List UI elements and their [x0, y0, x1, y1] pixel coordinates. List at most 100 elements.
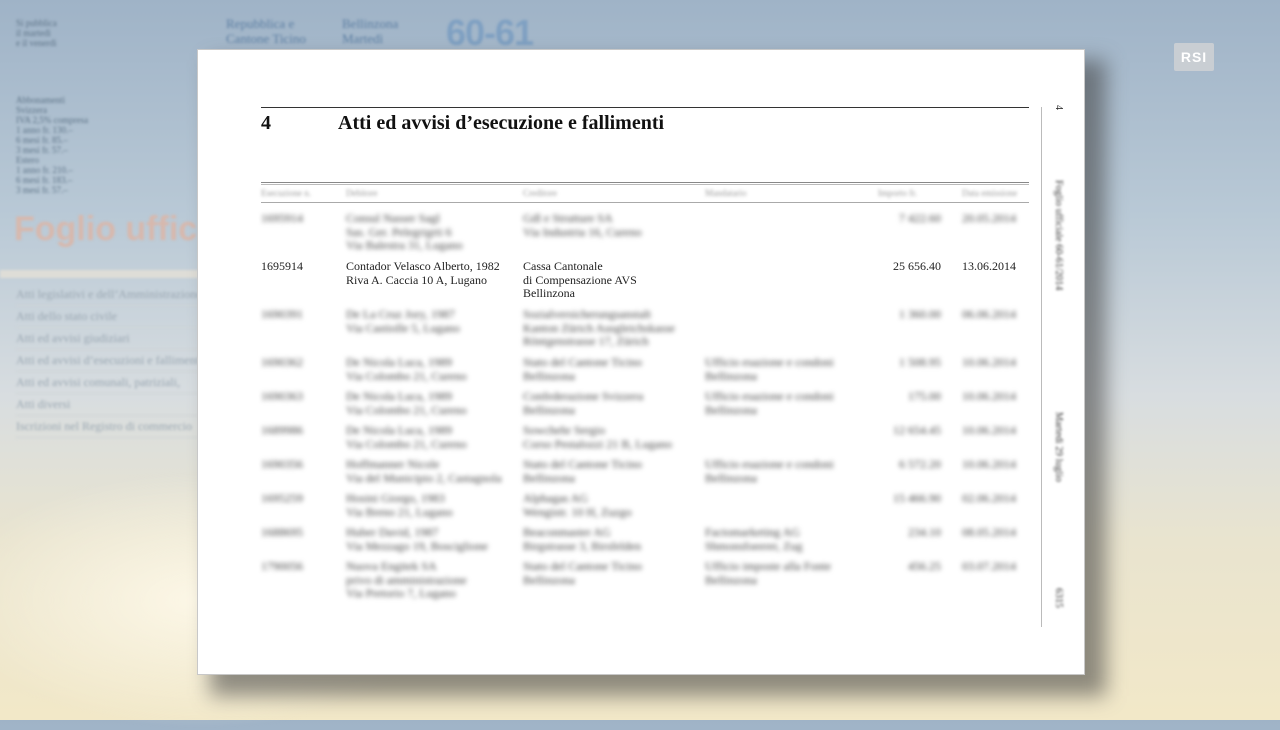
cell-creditor: Sowchehr Sergio Corso Pestalozzi 21 B, Lu… [523, 423, 672, 451]
cell-number: 1690362 [261, 355, 303, 369]
side-publication: Foglio ufficiale 60-61/2014 [1053, 180, 1064, 291]
bg-menu-item: Atti diversi [16, 394, 202, 416]
cell-creditor: Cassa Cantonale di Compensazione AVS Belli… [523, 259, 637, 300]
cell-creditor: Gdl e Strutture SA Via Industria 16, Cure… [523, 211, 642, 239]
cell-amount: 456.25 [908, 559, 941, 573]
cell-number: 1695914 [261, 259, 303, 273]
bg-text-line: il martedì [16, 28, 51, 38]
side-date: Martedì 29 luglio [1053, 412, 1064, 482]
cell-amount: 1 508.95 [899, 355, 941, 369]
bg-menu-item: Atti ed avvisi comunali, patriziali, [16, 372, 202, 394]
bg-menu-item: Atti ed avvisi giudiziari [16, 328, 202, 350]
bg-text-line: 6 mesi fr. 183.– [16, 175, 73, 185]
bg-menu-item: Atti legislativi e dell’Amministrazione [16, 284, 202, 306]
table-top-rule-2 [261, 184, 1029, 185]
bg-band [0, 270, 200, 278]
cell-creditor: Confederazione Svizzera Bellinzona [523, 389, 644, 417]
col-header-agent: Mandatario [705, 188, 747, 198]
bg-text-line: Repubblica e [226, 16, 295, 31]
cell-debtor: De Nicola Luca, 1989 Via Colombo 21, Cure… [346, 389, 467, 417]
bg-text-line: Estero [16, 155, 39, 165]
cell-debtor: Hosini Giorgo, 1983 Via Breno 21, Lugano [346, 491, 453, 519]
bg-text-line: Svizzera [16, 105, 47, 115]
cell-creditor: Beaconmaster AG Birgstrasse 3, Birsfelden [523, 525, 642, 553]
col-header-debtor: Debitore [346, 188, 378, 198]
col-header-amount: Importo fr. [878, 188, 917, 198]
cell-amount: 25 656.40 [893, 259, 941, 273]
bg-text-line: Abbonamenti [16, 95, 65, 105]
cell-date: 10.06.2014 [962, 457, 1016, 471]
section-number: 4 [261, 112, 271, 134]
cell-number: 1690363 [261, 389, 303, 403]
bg-menu-item: Atti dello stato civile [16, 306, 202, 328]
cell-date: 10.06.2014 [962, 423, 1016, 437]
cell-date: 13.06.2014 [962, 259, 1016, 273]
bg-text-line: Bellinzona [342, 16, 399, 31]
bg-text-line: e il venerdì [16, 38, 57, 48]
bg-text-line: IVA 2,5% compresa [16, 115, 89, 125]
bg-text-line: Martedì [342, 31, 384, 46]
bg-header-left: Si pubblica il martedì e il venerdì [16, 18, 57, 48]
cell-date: 02.06.2014 [962, 491, 1016, 505]
cell-number: 1689986 [261, 423, 303, 437]
cell-amount: 234.10 [908, 525, 941, 539]
cell-debtor: De Nicola Luca, 1989 Via Colombo 21, Cure… [346, 355, 467, 383]
bg-menu-item: Iscrizioni nel Registro di commercio [16, 416, 202, 438]
document-page: 4 Atti ed avvisi d’esecuzione e fallimen… [197, 49, 1085, 675]
cell-number: 1695259 [261, 491, 303, 505]
cell-debtor: Huber David, 1987 Via Mezzago 19, Boscigl… [346, 525, 488, 553]
cell-amount: 12 654.45 [893, 423, 941, 437]
cell-date: 10.06.2014 [962, 389, 1016, 403]
col-header-date: Data emissione [962, 188, 1018, 198]
cell-number: 1690356 [261, 457, 303, 471]
bg-masthead: Foglio uffic [14, 210, 198, 248]
side-page: 6315 [1053, 588, 1064, 608]
table-top-rule [261, 182, 1029, 183]
cell-agent: Ufficio esazione e condoni Bellinzona [705, 355, 834, 383]
cell-creditor: Stato del Cantone Ticino Bellinzona [523, 355, 643, 383]
cell-agent: Ufficio esazione e condoni Bellinzona [705, 389, 834, 417]
cell-amount: 15 466.90 [893, 491, 941, 505]
bg-issue-number: 60-61 [446, 12, 534, 53]
bg-header-col2: Bellinzona Martedì [342, 16, 398, 46]
cell-amount: 1 360.00 [899, 307, 941, 321]
cell-date: 03.07.2014 [962, 559, 1016, 573]
cell-date: 20.05.2014 [962, 211, 1016, 225]
col-header-number: Esecuzione n. [261, 188, 311, 198]
cell-amount: 175.00 [908, 389, 941, 403]
col-header-creditor: Creditore [523, 188, 557, 198]
bg-subscriptions: Abbonamenti Svizzera IVA 2,5% compresa 1 an… [16, 95, 88, 195]
cell-creditor: Sozialversicherungsanstalt Kanton Zürich … [523, 307, 675, 348]
cell-debtor: Consul Nasser Sagl Sas. Ger. Pelegrigrti … [346, 211, 463, 252]
cell-date: 08.05.2014 [962, 525, 1016, 539]
bg-text-line: 6 mesi fr. 85.– [16, 135, 68, 145]
rsi-logo: RSI [1174, 43, 1214, 71]
cell-agent: Ufficio esazione e condoni Bellinzona [705, 457, 834, 485]
cell-agent: Ufficio imposte alla Fonte Bellinzona [705, 559, 832, 587]
bg-text-line: 1 anno fr. 130.– [16, 125, 73, 135]
cell-creditor: Stato del Cantone Ticino Bellinzona [523, 559, 643, 587]
cell-debtor: Hoffmanner Nicole Via del Municipio 2, Ca… [346, 457, 502, 485]
bg-text-line: Si pubblica [16, 18, 57, 28]
cell-number: 1690391 [261, 307, 303, 321]
bg-text-line: 3 mesi fr. 57.– [16, 185, 68, 195]
cell-amount: 6 572.20 [899, 457, 941, 471]
cell-debtor: De Nicola Luca, 1989 Via Colombo 21, Cure… [346, 423, 467, 451]
cell-amount: 7 422.60 [899, 211, 941, 225]
cell-number: 1790056 [261, 559, 303, 573]
bg-header-col1: Repubblica e Cantone Ticino [226, 16, 306, 46]
cell-date: 10.06.2014 [962, 355, 1016, 369]
cell-date: 06.06.2014 [962, 307, 1016, 321]
cell-number: 1688695 [261, 525, 303, 539]
cell-agent: Factomarketing AG Shmonsfoeerer, Zug [705, 525, 803, 553]
table-header-rule [261, 202, 1029, 203]
bg-menu-item: Atti ed avvisi d’esecuzioni e fallimenti [16, 350, 202, 372]
cell-creditor: Stato del Cantone Ticino Bellinzona [523, 457, 643, 485]
top-rule [261, 107, 1029, 108]
bg-text-line: 1 anno fr. 210.– [16, 165, 73, 175]
bg-text-line: 3 mesi fr. 57.– [16, 145, 68, 155]
side-page-number: 4 [1053, 105, 1064, 110]
cell-number: 1695914 [261, 211, 303, 225]
cell-debtor: Nuova Engitek SA privo di amministrazione… [346, 559, 467, 600]
cell-debtor: De La Cruz Jory, 1987 Via Castiolle 5, Lu… [346, 307, 460, 335]
